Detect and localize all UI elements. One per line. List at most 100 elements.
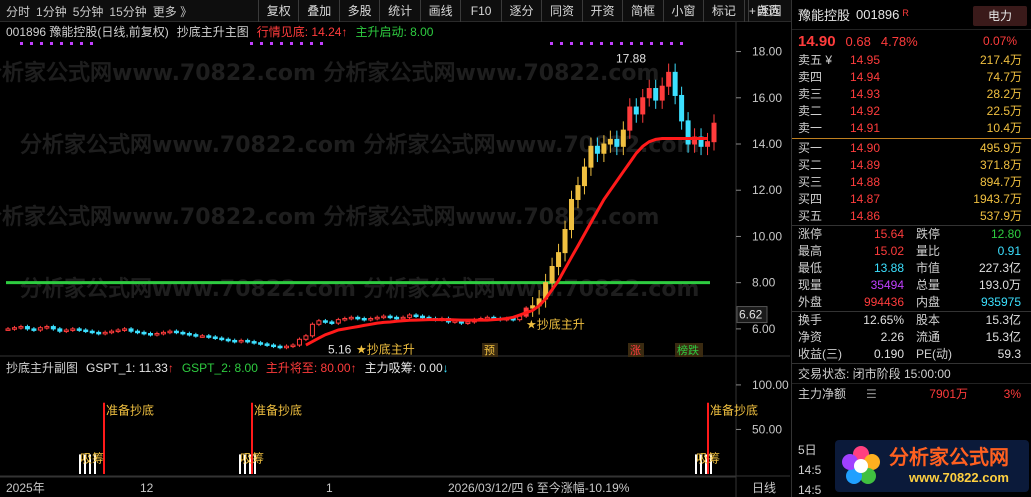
main-legend-indicator[interactable]: 抄底主升主图: [177, 24, 249, 40]
top-dot: [40, 42, 43, 45]
down-arrow-icon: ↓: [442, 361, 449, 375]
toolbar-button-0[interactable]: 复权: [258, 0, 298, 22]
candle-body: [277, 345, 283, 349]
stats-block: 涨停 15.64 跌停 12.80 最高 15.02 量比 0.91 最低 13.88 市值 227.…: [792, 225, 1031, 311]
sub-legend: 抄底主升副图 GSPT_1: 11.33↑ GSPT_2: 8.00 主升将至:…: [6, 360, 457, 376]
candle-body: [387, 315, 393, 319]
quote-panel: 豫能控股 001896 R 电力 14.90 0.68 4.78% 0.07% …: [791, 0, 1031, 497]
stat-key: 涨停: [798, 227, 823, 241]
toolbar-button-4[interactable]: 画线: [419, 0, 460, 22]
stat-row: 最高 15.02 量比 0.91: [792, 243, 1031, 260]
stat-row: 外盘 994436 内盘 935975: [792, 294, 1031, 311]
bid-row[interactable]: 买三 14.88 894.7万: [792, 174, 1031, 191]
period-tab-3[interactable]: 15分钟: [103, 3, 146, 20]
buy-signal-label: ★抄底主升: [356, 341, 415, 356]
top-dot: [50, 42, 53, 45]
bid-row[interactable]: 买二 14.89 371.8万: [792, 157, 1031, 174]
stock-code: 001896: [856, 7, 900, 22]
top-dot: [90, 42, 93, 45]
netflow-pct: 3%: [1003, 387, 1021, 401]
stat-key: 总量: [916, 278, 941, 292]
top-dot: [560, 42, 563, 45]
candle-body: [271, 344, 277, 348]
toolbar-button-7[interactable]: 同资: [541, 0, 581, 22]
toolbar-button-8[interactable]: 开资: [581, 0, 622, 22]
sector-button[interactable]: 电力: [973, 6, 1027, 26]
x-axis-label: 2025年: [6, 481, 45, 495]
sub-legend-g4: 主力吸筹: 0.00↓: [365, 360, 449, 376]
signal-label: 准备抄底: [106, 403, 154, 418]
sub-y-tick-label: 50.00: [752, 422, 782, 436]
toolbar-button-5[interactable]: F10: [460, 0, 500, 22]
candle-body: [206, 335, 212, 338]
toolbar-button-11[interactable]: 标记: [703, 0, 743, 22]
netflow-value: 7901万: [929, 387, 968, 401]
toolbar-button-2[interactable]: 多股: [338, 0, 379, 22]
ask-book: 卖五 ¥14.95 217.4万 卖四 14.94 74.7万 卖三 14.93 28.2万卖…: [792, 52, 1031, 137]
period-tab-4[interactable]: 更多 》: [147, 3, 192, 20]
bid-row[interactable]: 买五 14.86 537.9万: [792, 208, 1031, 225]
bid-label: 买四: [798, 192, 823, 206]
marker-label: 涨: [630, 344, 641, 357]
toolbar-button-3[interactable]: 统计: [379, 0, 419, 22]
trade-status: 交易状态: 闭市阶段 15:00:00: [792, 363, 1031, 383]
top-dot: [610, 42, 613, 45]
toolbar-button-10[interactable]: 小窗: [662, 0, 703, 22]
ask-row[interactable]: 卖四 14.94 74.7万: [792, 69, 1031, 86]
list-icon[interactable]: ☰: [866, 384, 880, 403]
y-tick-label: 16.00: [752, 91, 782, 105]
ask-price: 14.94: [850, 70, 881, 84]
top-dot: [590, 42, 593, 45]
top-dot: [660, 42, 663, 45]
sub-legend-g1-text: GSPT_1: 11.33: [86, 361, 168, 375]
toolbar-button-6[interactable]: 逐分: [500, 0, 541, 22]
toolbar-button-1[interactable]: 叠加: [298, 0, 338, 22]
buy-signal-label: ★抄底主升: [526, 316, 585, 331]
candle-body: [394, 316, 400, 320]
ask-row[interactable]: 卖二 14.92 22.5万: [792, 103, 1031, 120]
ask-row[interactable]: 卖三 14.93 28.2万: [792, 86, 1031, 103]
top-dot: [550, 42, 553, 45]
candle-body: [355, 316, 361, 320]
back-button[interactable]: 返回: [748, 0, 790, 22]
candle-body: [556, 252, 562, 267]
main-legend-title: 001896 豫能控股(日线,前复权): [6, 25, 169, 39]
candle-body: [711, 122, 717, 143]
stat-value: 12.80: [990, 227, 1021, 241]
candle-body: [633, 106, 639, 115]
candle-body: [705, 141, 711, 147]
bid-price: 14.87: [850, 192, 881, 206]
candle-body: [76, 328, 82, 331]
candle-body: [225, 338, 231, 342]
low-label: 5.16: [328, 342, 352, 356]
candle-body: [5, 328, 11, 331]
y-tick-label: 14.00: [752, 137, 782, 151]
candle-body: [646, 88, 652, 99]
candle-body: [335, 319, 341, 324]
period-tab-2[interactable]: 5分钟: [67, 3, 104, 20]
bid-row[interactable]: 买一 14.90 495.9万: [792, 140, 1031, 157]
y-tick-label: 18.00: [752, 45, 782, 59]
sub-legend-g2: GSPT_2: 8.00: [181, 361, 258, 375]
kline-svg[interactable]: 分析家公式网www.70822.com 分析家公式网www.70822.com 分…: [0, 22, 790, 497]
candle-body: [342, 317, 348, 321]
ask-row[interactable]: 卖一 14.91 10.4万: [792, 120, 1031, 137]
candle-body: [135, 330, 141, 334]
period-tab-0[interactable]: 分时: [0, 3, 30, 20]
bid-row[interactable]: 买四 14.87 1943.7万: [792, 191, 1031, 208]
stat-key: 股本: [916, 313, 941, 327]
stat-key: 市值: [916, 261, 941, 275]
sub-legend-g3-text: 主升将至: 80.00: [265, 361, 351, 375]
period-tab-1[interactable]: 1分钟: [30, 3, 67, 20]
top-dot: [300, 42, 303, 45]
bid-label: 买三: [798, 175, 823, 189]
candle-body: [63, 329, 69, 333]
toolbar-button-9[interactable]: 简框: [622, 0, 662, 22]
top-dot: [670, 42, 673, 45]
ask-row[interactable]: 卖五 ¥ 14.95 217.4万: [792, 52, 1031, 69]
stat-key: 流通: [916, 330, 941, 344]
kline-chart-area[interactable]: 分析家公式网www.70822.com 分析家公式网www.70822.com 分…: [0, 22, 790, 497]
candle-body: [420, 315, 426, 319]
sub-legend-title[interactable]: 抄底主升副图: [6, 360, 78, 376]
stat-value: 15.64: [873, 227, 904, 241]
